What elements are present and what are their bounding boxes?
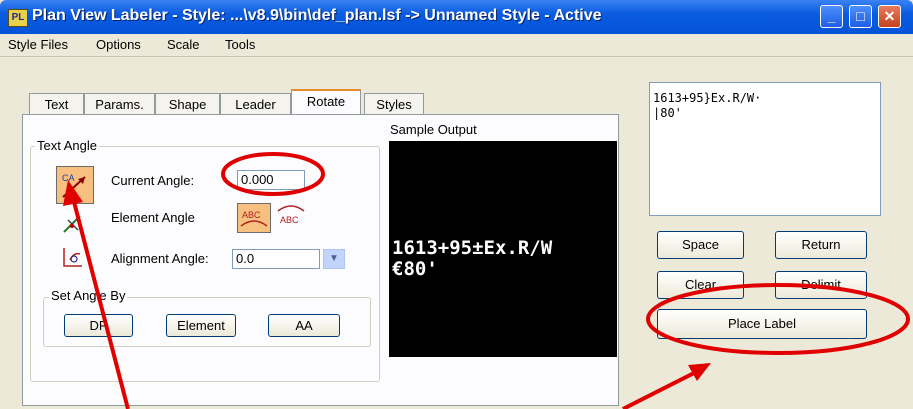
- current-angle-mode-button[interactable]: CA: [56, 166, 94, 204]
- tab-rotate[interactable]: Rotate: [291, 89, 361, 116]
- plan-view-labeler-window: PL Plan View Labeler - Style: ...\v8.9\b…: [0, 0, 913, 409]
- space-button[interactable]: Space: [657, 231, 744, 259]
- alignment-angle-field[interactable]: 0.0: [232, 249, 320, 269]
- text-angle-group-title: Text Angle: [35, 138, 99, 153]
- label-line-1: 1613+95}Ex.R/W·: [653, 91, 762, 105]
- tab-params[interactable]: Params.: [84, 93, 155, 115]
- element-angle-follow-button[interactable]: ABC: [237, 203, 271, 233]
- element-angle-mode-button[interactable]: [60, 210, 86, 236]
- chevron-down-icon: ▼: [329, 253, 339, 264]
- sample-output-text: 1613+95±Ex.R/W €80': [392, 238, 552, 280]
- return-button[interactable]: Return: [775, 231, 867, 259]
- ca-icon-text: CA: [62, 173, 75, 183]
- set-angle-by-title: Set Angle By: [49, 288, 128, 303]
- aa-button[interactable]: AA: [268, 314, 340, 337]
- app-icon: PL: [8, 9, 28, 27]
- element-pick-icon: [63, 215, 81, 233]
- tab-styles[interactable]: Styles: [364, 93, 424, 115]
- label-line-2: |80': [653, 106, 682, 120]
- arrow-to-place-label: [622, 370, 697, 409]
- sample-output-label: Sample Output: [390, 122, 477, 137]
- ca-arrow-icon: CA: [62, 173, 86, 198]
- close-button[interactable]: ✕: [878, 5, 901, 28]
- arc-text-reverse-icon: ABC: [277, 205, 305, 225]
- menu-bar: Style Files Options Scale Tools: [0, 34, 913, 57]
- menu-style-files[interactable]: Style Files: [8, 37, 68, 52]
- tab-text[interactable]: Text: [29, 93, 84, 115]
- title-bar[interactable]: PL Plan View Labeler - Style: ...\v8.9\b…: [0, 0, 913, 34]
- element-button[interactable]: Element: [166, 314, 236, 337]
- menu-tools[interactable]: Tools: [225, 37, 255, 52]
- arrow-head-place-label: [688, 363, 711, 381]
- alignment-angle-dropdown[interactable]: ▼: [323, 249, 345, 269]
- sample-line-2: €80': [392, 258, 438, 280]
- svg-text:ABC: ABC: [242, 210, 261, 220]
- alignment-angle-label: Alignment Angle:: [111, 251, 209, 266]
- tab-leader[interactable]: Leader: [220, 93, 291, 115]
- dp-button[interactable]: DP: [64, 314, 133, 337]
- current-angle-label: Current Angle:: [111, 173, 195, 188]
- arc-text-icon: ABC: [240, 210, 268, 227]
- current-angle-field[interactable]: 0.000: [237, 170, 305, 190]
- tab-shape[interactable]: Shape: [155, 93, 220, 115]
- delimit-button[interactable]: Delimit: [775, 271, 867, 299]
- maximize-button[interactable]: □: [849, 5, 872, 28]
- window-title: Plan View Labeler - Style: ...\v8.9\bin\…: [32, 7, 602, 24]
- label-text-content: 1613+95}Ex.R/W· |80': [653, 91, 761, 121]
- svg-text:ABC: ABC: [280, 215, 299, 225]
- element-angle-label: Element Angle: [111, 210, 195, 225]
- menu-scale[interactable]: Scale: [167, 37, 200, 52]
- sample-line-1: 1613+95±Ex.R/W: [392, 237, 553, 259]
- place-label-button[interactable]: Place Label: [657, 309, 867, 339]
- element-angle-reverse-button[interactable]: ABC: [275, 203, 309, 233]
- clear-button[interactable]: Clear: [657, 271, 744, 299]
- alignment-angle-mode-button[interactable]: [60, 244, 86, 270]
- menu-options[interactable]: Options: [96, 37, 141, 52]
- minimize-button[interactable]: _: [820, 5, 843, 28]
- alignment-angle-icon: [63, 248, 82, 267]
